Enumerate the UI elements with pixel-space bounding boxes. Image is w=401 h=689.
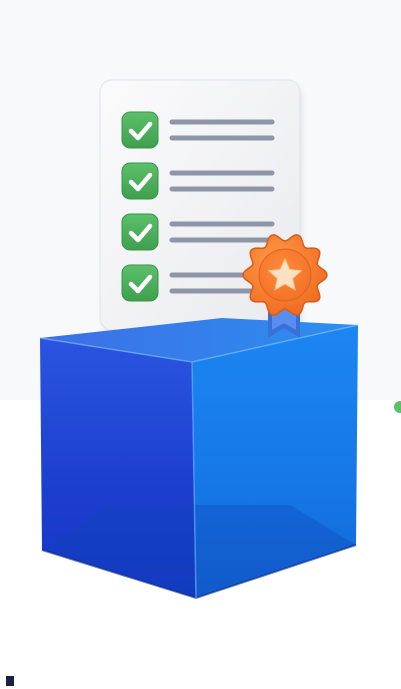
corner-marker — [6, 676, 14, 686]
checkbox-checked — [121, 213, 159, 251]
checkbox-checked — [121, 162, 159, 200]
checkbox-checked — [121, 111, 159, 149]
checklist-box-illustration — [0, 0, 401, 689]
blue-cube — [39, 318, 359, 600]
illustration-canvas — [0, 0, 401, 689]
checkbox-checked — [121, 264, 159, 302]
